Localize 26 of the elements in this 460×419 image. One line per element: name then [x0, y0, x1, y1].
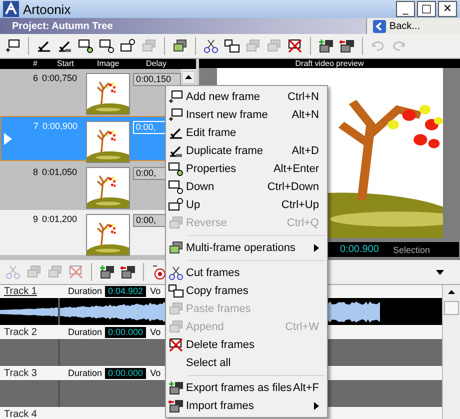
frame-number: 7 — [32, 121, 38, 131]
project-title: Project: Autumn Tree — [12, 20, 113, 32]
duration-label: Duration — [68, 286, 102, 296]
preview-title: Draft video preview — [295, 59, 364, 68]
frame-number: 8 — [32, 167, 38, 177]
column-header: Delay — [146, 59, 166, 68]
window-title: Artoonix — [23, 2, 72, 16]
frame-start-time: 0:00,900 — [41, 121, 78, 131]
column-header: Image — [97, 59, 120, 68]
frame-start-time: 0:01,050 — [41, 167, 78, 177]
duration-display: 0:04.902 — [105, 286, 146, 296]
frame-number: 9 — [32, 214, 38, 224]
duration-label: Duration — [68, 327, 102, 337]
frame-number: 6 — [32, 73, 38, 83]
selection-label: Selection — [392, 244, 430, 254]
duration-display: 0:00.000 — [105, 326, 146, 338]
frame-start-time: 0:01,200 — [41, 214, 78, 224]
column-header: # — [33, 59, 38, 68]
duration-label: Duration — [68, 368, 102, 378]
volume-label: Vo — [150, 327, 161, 337]
column-header: Start — [57, 59, 74, 68]
volume-label: Vo — [150, 368, 161, 378]
volume-label: Vo — [150, 286, 161, 296]
current-time: 0:00.900 — [340, 244, 379, 255]
duration-display: 0:00.000 — [105, 368, 146, 378]
frame-start-time: 0:00,750 — [41, 73, 78, 83]
